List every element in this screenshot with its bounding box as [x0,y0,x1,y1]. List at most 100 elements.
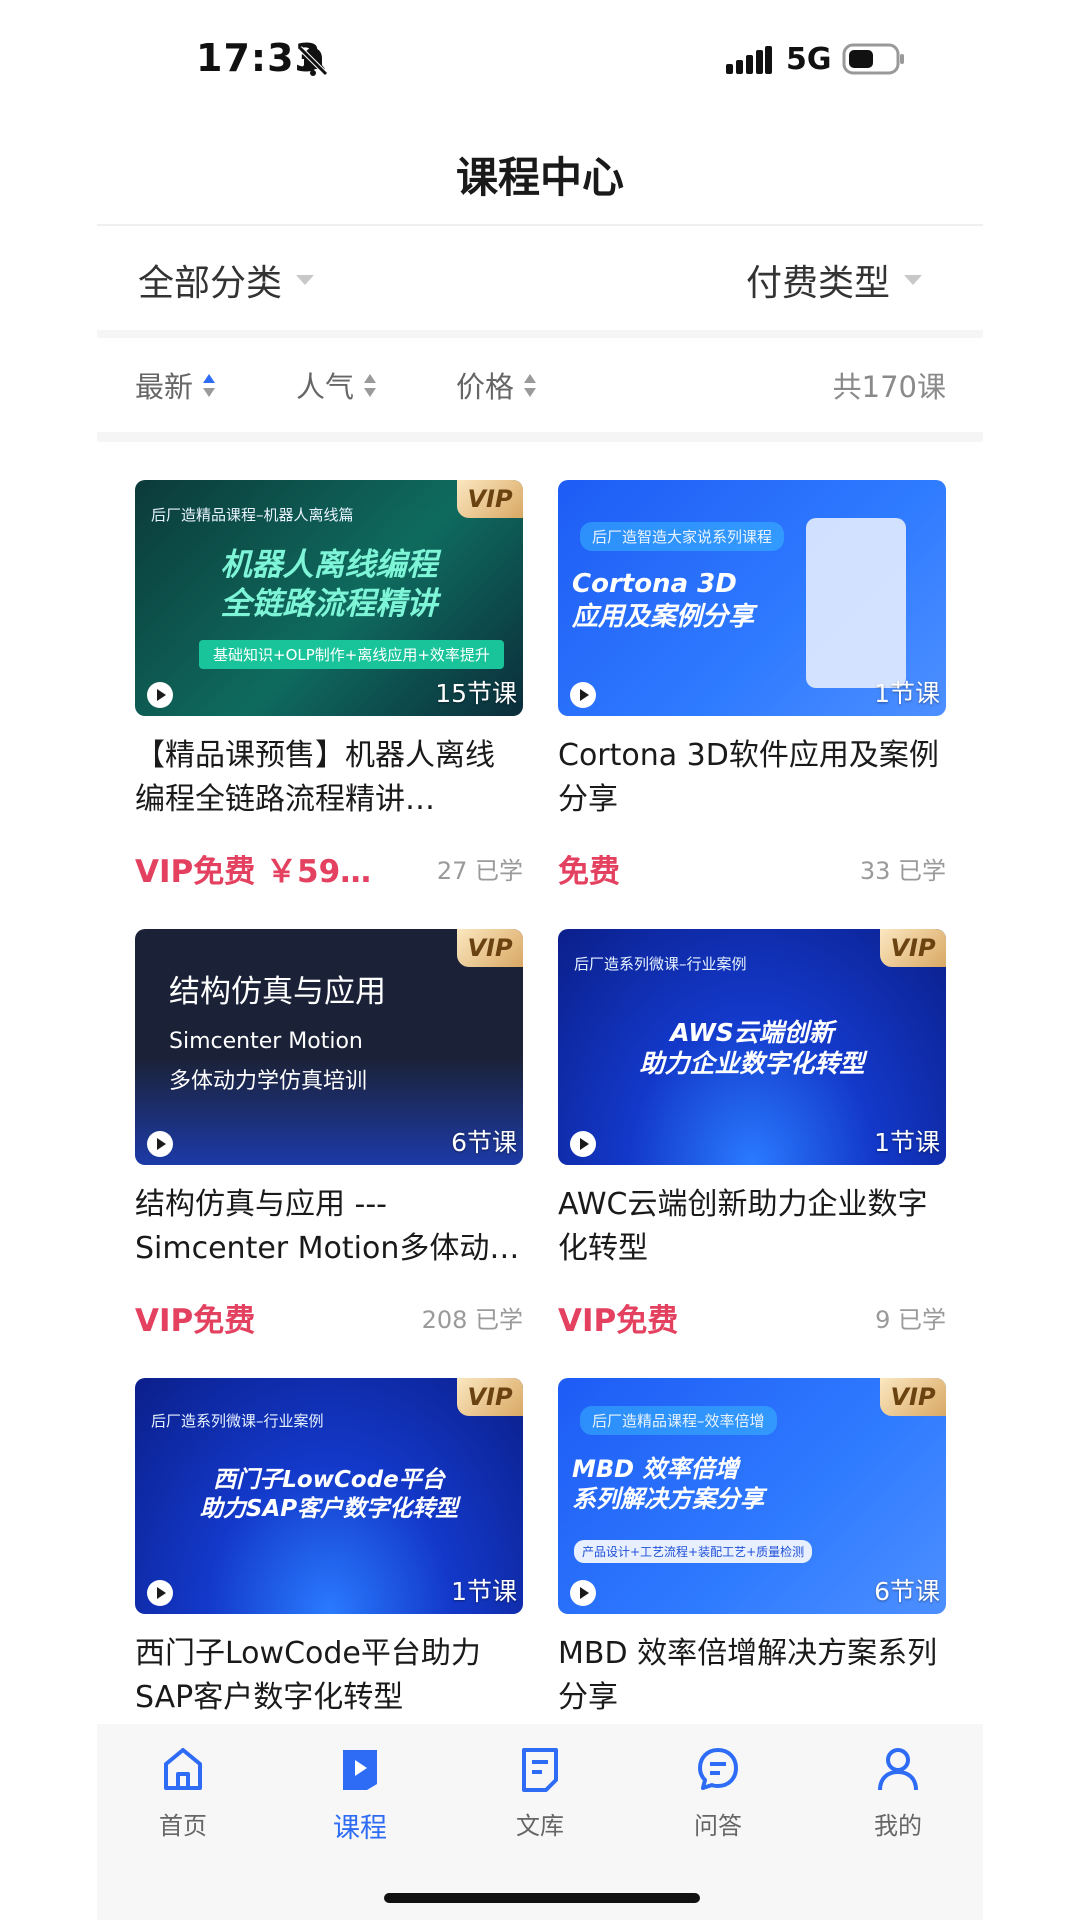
banner-title: Cortona 3D 应用及案例分享 [572,569,755,632]
lesson-count: 15节课 [435,679,517,708]
course-thumbnail[interactable]: 后厂造智造大家说系列课程 Cortona 3D 应用及案例分享 1节课 [558,480,946,716]
caret-down-icon [296,275,315,285]
tab-mine[interactable]: 我的 [838,1744,958,1841]
home-indicator[interactable] [384,1893,700,1903]
course-total-count: 共170课 [832,370,946,404]
course-title[interactable]: Cortona 3D软件应用及案例分享 [558,734,946,822]
banner-title: 结构仿真与应用 [169,974,386,1010]
course-card[interactable]: 后厂造系列微课–行业案例 西门子LowCode平台 助力SAP客户数字化转型 V… [135,1378,523,1720]
lesson-count: 6节课 [874,1577,940,1606]
course-title[interactable]: AWC云端创新助力企业数字化转型 [558,1183,946,1271]
sort-arrows-icon [524,373,537,397]
tab-home[interactable]: 首页 [123,1744,243,1841]
course-title[interactable]: MBD 效率倍增解决方案系列分享 [558,1632,946,1720]
divider [97,330,983,338]
vip-badge: VIP [457,1378,523,1416]
bell-muted-icon [298,46,328,76]
banner-subtitle: 基础知识+OLP制作+离线应用+效率提升 [199,640,504,669]
learned-count: 9 已学 [875,1306,946,1334]
sort-popular-button[interactable]: 人气 [296,364,377,406]
banner-tag: 后厂造系列微课–行业案例 [151,1412,324,1430]
bottom-tab-bar: 首页 课程 文库 问答 我的 [97,1724,983,1920]
course-thumbnail[interactable]: 后厂造精品课程–机器人离线篇 机器人离线编程 全链路流程精讲 基础知识+OLP制… [135,480,523,716]
course-title[interactable]: 西门子LowCode平台助力SAP客户数字化转型 [135,1632,523,1720]
banner-title: 西门子LowCode平台 助力SAP客户数字化转型 [199,1467,459,1522]
tab-library[interactable]: 文库 [480,1744,600,1841]
banner-subtitle: 产品设计+工艺流程+装配工艺+质量检测 [574,1540,813,1563]
course-price: VIP免费 ￥59… [135,854,372,890]
play-icon [570,1580,596,1606]
play-icon [570,682,596,708]
learned-count: 208 已学 [421,1306,523,1334]
document-illustration [806,518,906,688]
user-icon [878,1748,918,1791]
course-price: VIP免费 [558,1303,679,1339]
play-icon [147,682,173,708]
tab-label: 问答 [694,1812,742,1840]
lesson-count: 6节课 [451,1128,517,1157]
pay-type-filter-label: 付费类型 [745,263,890,304]
course-title[interactable]: 【精品课预售】机器人离线编程全链路流程精讲… [135,734,523,822]
play-course-icon [343,1750,377,1790]
vip-badge: VIP [457,929,523,967]
course-card[interactable]: 后厂造智造大家说系列课程 Cortona 3D 应用及案例分享 1节课 Cort… [558,480,946,891]
course-title[interactable]: 结构仿真与应用 ---Simcenter Motion多体动力学… [135,1183,523,1271]
banner-subtitle: Simcenter Motion [169,1029,363,1054]
banner-subtitle: 多体动力学仿真培训 [169,1069,368,1094]
tab-course[interactable]: 课程 [300,1744,420,1845]
sort-price-button[interactable]: 价格 [456,364,537,406]
tab-label: 我的 [874,1812,922,1840]
course-card[interactable]: 后厂造精品课程–效率倍增 MBD 效率倍增 系列解决方案分享 产品设计+工艺流程… [558,1378,946,1720]
lesson-count: 1节课 [451,1577,517,1606]
course-card[interactable]: 后厂造精品课程–机器人离线篇 机器人离线编程 全链路流程精讲 基础知识+OLP制… [135,480,523,891]
lesson-count: 1节课 [874,679,940,708]
banner-title: 机器人离线编程 全链路流程精讲 [220,547,438,622]
banner-title: MBD 效率倍增 系列解决方案分享 [572,1455,764,1513]
banner-tag: 后厂造精品课程–机器人离线篇 [151,506,354,524]
category-filter-dropdown[interactable]: 全部分类 [138,254,315,306]
caret-down-icon [904,275,922,285]
learned-count: 33 已学 [859,857,946,885]
play-icon [147,1131,173,1157]
play-icon [570,1131,596,1157]
lesson-count: 1节课 [874,1128,940,1157]
network-type: 5G [786,42,832,77]
sort-arrows-icon [364,373,377,397]
cellular-signal-icon [726,46,772,74]
course-price: 免费 [558,854,620,890]
banner-tag: 后厂造智造大家说系列课程 [580,522,785,551]
tab-qa[interactable]: 问答 [658,1744,778,1841]
page-title: 课程中心 [455,153,624,202]
play-icon [147,1580,173,1606]
course-card[interactable]: 后厂造系列微课–行业案例 AWS云端创新 助力企业数字化转型 VIP 1节课 A… [558,929,946,1340]
divider [97,432,983,442]
chat-icon [698,1748,738,1790]
tab-label: 首页 [159,1812,207,1840]
course-price: VIP免费 [135,1303,256,1339]
sort-arrows-icon [203,373,216,397]
status-bar: 17:33 5G [0,0,1080,120]
banner-tag: 后厂造精品课程–效率倍增 [580,1406,777,1435]
course-thumbnail[interactable]: 后厂造系列微课–行业案例 AWS云端创新 助力企业数字化转型 VIP 1节课 [558,929,946,1165]
sort-latest-button[interactable]: 最新 [135,364,216,406]
battery-icon [842,43,904,75]
course-thumbnail[interactable]: 后厂造精品课程–效率倍增 MBD 效率倍增 系列解决方案分享 产品设计+工艺流程… [558,1378,946,1614]
banner-title: AWS云端创新 助力企业数字化转型 [639,1018,865,1079]
document-icon [522,1748,558,1792]
course-thumbnail[interactable]: 后厂造系列微课–行业案例 西门子LowCode平台 助力SAP客户数字化转型 V… [135,1378,523,1614]
sort-popular-label: 人气 [296,370,355,404]
sort-latest-label: 最新 [135,370,194,404]
tab-label: 课程 [333,1813,387,1844]
vip-badge: VIP [880,1378,946,1416]
home-icon [164,1748,202,1790]
vip-badge: VIP [880,929,946,967]
course-card[interactable]: 结构仿真与应用 Simcenter Motion 多体动力学仿真培训 VIP 6… [135,929,523,1340]
pay-type-filter-dropdown[interactable]: 付费类型 [746,254,922,306]
vip-badge: VIP [457,480,523,518]
course-thumbnail[interactable]: 结构仿真与应用 Simcenter Motion 多体动力学仿真培训 VIP 6… [135,929,523,1165]
tab-label: 文库 [516,1812,564,1840]
category-filter-label: 全部分类 [138,263,283,304]
banner-tag: 后厂造系列微课–行业案例 [574,955,747,973]
sort-price-label: 价格 [456,370,515,404]
divider [97,224,983,226]
